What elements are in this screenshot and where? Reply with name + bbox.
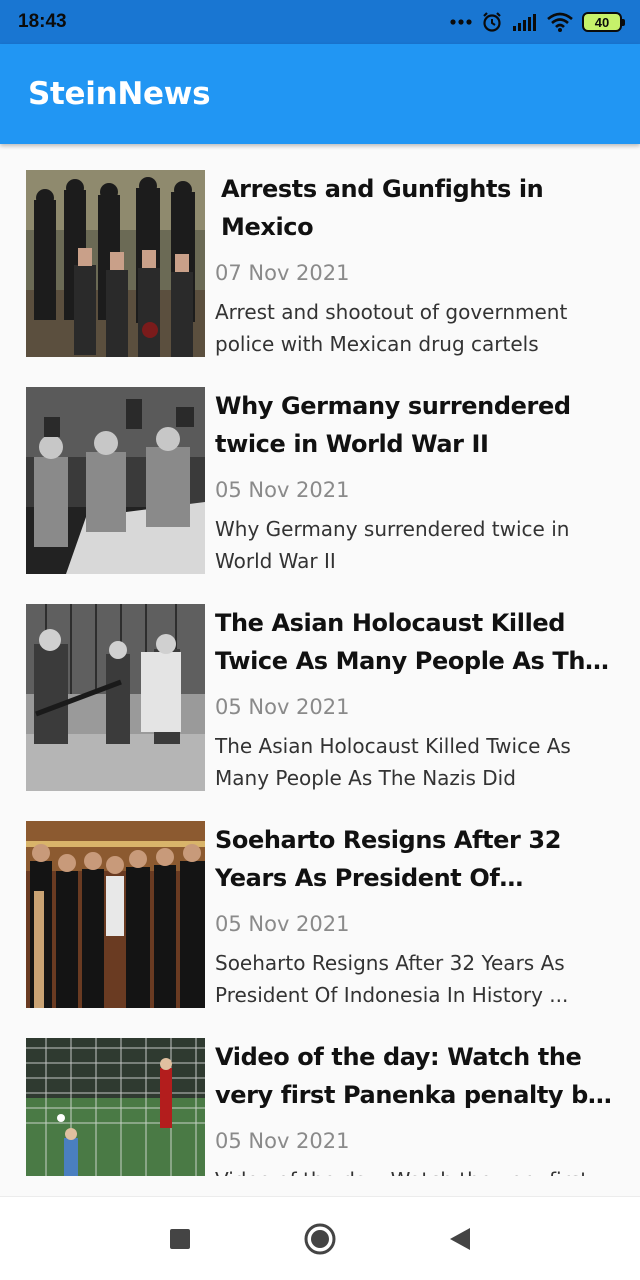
news-thumbnail-arrests bbox=[26, 170, 205, 357]
news-thumbnail-holocaust bbox=[26, 604, 205, 791]
news-title[interactable]: Soeharto Resigns After 32 Years As Presi… bbox=[215, 821, 622, 897]
news-thumbnail-soeharto bbox=[26, 821, 205, 1008]
news-text: Video of the day: Watch the very first P… bbox=[205, 1038, 640, 1176]
news-text: Why Germany surrendered twice in World W… bbox=[205, 387, 640, 577]
status-bar: 18:43 40 bbox=[0, 0, 640, 44]
news-title[interactable]: Video of the day: Watch the very first P… bbox=[215, 1038, 622, 1114]
recents-square-icon[interactable] bbox=[160, 1219, 200, 1259]
news-date: 05 Nov 2021 bbox=[215, 478, 350, 502]
news-description: Video of the day: Watch the very first bbox=[215, 1164, 622, 1176]
news-text: The Asian Holocaust Killed Twice As Many… bbox=[205, 604, 640, 794]
news-description: The Asian Holocaust Killed Twice As Many… bbox=[215, 734, 571, 790]
home-circle-icon[interactable] bbox=[300, 1219, 340, 1259]
news-text: Arrests and Gunfights in Mexico 07 Nov 2… bbox=[205, 170, 640, 360]
signal-icon bbox=[512, 13, 538, 31]
news-date: 05 Nov 2021 bbox=[215, 1129, 350, 1153]
app-bar: SteinNews bbox=[0, 44, 640, 144]
news-item[interactable]: Why Germany surrendered twice in World W… bbox=[0, 387, 640, 604]
app-title: SteinNews bbox=[28, 76, 211, 112]
news-thumbnail-germany bbox=[26, 387, 205, 574]
news-title[interactable]: Arrests and Gunfights in Mexico bbox=[215, 170, 622, 246]
news-title[interactable]: The Asian Holocaust Killed Twice As Many… bbox=[215, 604, 622, 680]
status-time: 18:43 bbox=[18, 11, 67, 32]
news-date: 05 Nov 2021 bbox=[215, 912, 350, 936]
battery-icon: 40 bbox=[582, 12, 625, 32]
news-date: 07 Nov 2021 bbox=[215, 261, 350, 285]
system-nav-bar bbox=[0, 1196, 640, 1280]
news-description: Why Germany surrendered twice in World W… bbox=[215, 517, 570, 573]
status-icons: 40 bbox=[450, 11, 625, 33]
alarm-icon bbox=[481, 11, 503, 33]
more-dots-icon bbox=[450, 18, 472, 26]
news-text: Soeharto Resigns After 32 Years As Presi… bbox=[205, 821, 640, 1011]
news-item[interactable]: Soeharto Resigns After 32 Years As Presi… bbox=[0, 821, 640, 1038]
news-title[interactable]: Why Germany surrendered twice in World W… bbox=[215, 387, 622, 463]
wifi-icon bbox=[547, 12, 573, 32]
back-triangle-icon[interactable] bbox=[440, 1219, 480, 1259]
news-thumbnail-panenka bbox=[26, 1038, 205, 1176]
news-item[interactable]: The Asian Holocaust Killed Twice As Many… bbox=[0, 604, 640, 821]
news-list[interactable]: Arrests and Gunfights in Mexico 07 Nov 2… bbox=[0, 144, 640, 1176]
news-item[interactable]: Video of the day: Watch the very first P… bbox=[0, 1038, 640, 1176]
news-description: Arrest and shootout of government police… bbox=[215, 300, 568, 356]
news-date: 05 Nov 2021 bbox=[215, 695, 350, 719]
news-item[interactable]: Arrests and Gunfights in Mexico 07 Nov 2… bbox=[0, 170, 640, 387]
news-description: Soeharto Resigns After 32 Years As Presi… bbox=[215, 951, 569, 1007]
